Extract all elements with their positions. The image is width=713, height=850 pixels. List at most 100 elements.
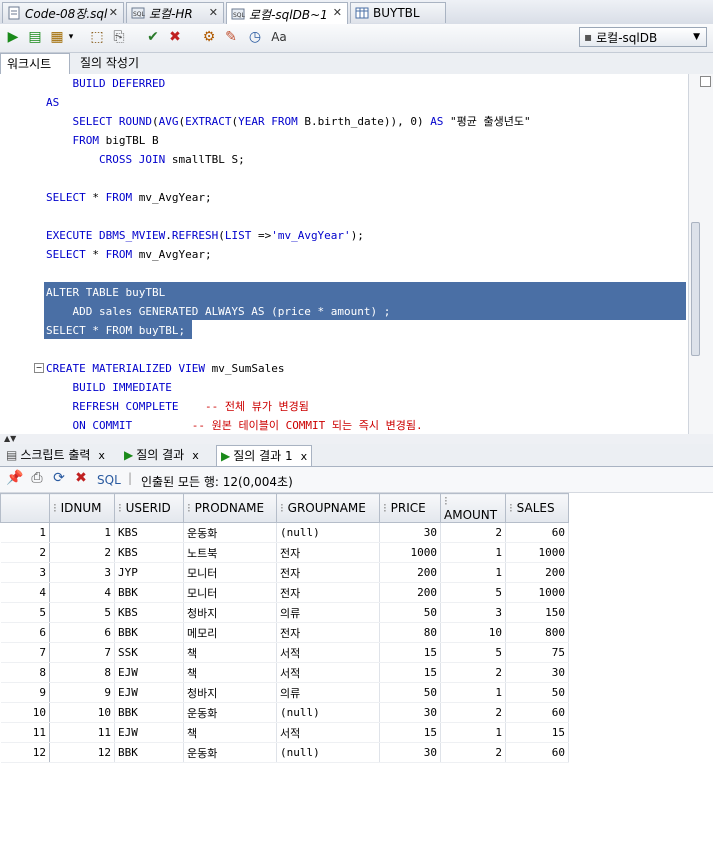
table-cell[interactable]: 모니터	[183, 562, 277, 583]
close-icon[interactable]: x	[301, 446, 308, 467]
table-cell[interactable]: 운동화	[183, 702, 277, 723]
table-cell[interactable]: KBS	[114, 542, 184, 563]
scrollbar-thumb[interactable]	[691, 222, 700, 356]
tab-query-builder[interactable]: 질의 작성기	[74, 53, 145, 74]
table-cell[interactable]: 전자	[276, 562, 380, 583]
tab-code-file[interactable]: Code-08장.sql ✕	[2, 2, 124, 23]
sql-button[interactable]: SQL	[97, 473, 121, 487]
table-cell[interactable]: 60	[505, 702, 569, 723]
column-header[interactable]: ⁝ GROUPNAME	[276, 493, 380, 523]
tab-query-result[interactable]: ▶ 질의 결과 x	[120, 445, 203, 466]
table-cell[interactable]: BBK	[114, 582, 184, 603]
table-cell[interactable]: 1	[440, 682, 506, 703]
table-cell[interactable]: 2	[440, 662, 506, 683]
tab-script-output[interactable]: ▤ 스크립트 출력 x	[2, 445, 109, 466]
table-cell[interactable]: JYP	[114, 562, 184, 583]
column-header[interactable]: ⁝ PRICE	[379, 493, 441, 523]
table-cell[interactable]: 11	[49, 722, 115, 743]
clear-eraser-icon[interactable]: ✎	[222, 29, 240, 46]
print-icon[interactable]: ⎙	[28, 470, 46, 487]
table-row[interactable]: 12 12 BBK 운동화 (null) 30 2 60	[0, 742, 569, 763]
table-cell[interactable]: BBK	[114, 742, 184, 763]
table-cell[interactable]: 10	[49, 702, 115, 723]
table-cell[interactable]: 3	[49, 562, 115, 583]
table-cell[interactable]: 1	[440, 542, 506, 563]
table-cell[interactable]: EJW	[114, 662, 184, 683]
sql-tuning-icon[interactable]: ⚙	[200, 29, 218, 46]
table-row[interactable]: 5 5 KBS 청바지 의류 50 3 150	[0, 602, 569, 623]
tab-buytbl[interactable]: BUYTBL	[350, 2, 446, 23]
table-cell[interactable]: 50	[379, 602, 441, 623]
table-cell[interactable]: 서적	[276, 662, 380, 683]
table-cell[interactable]: 50	[505, 682, 569, 703]
table-row[interactable]: 2 2 KBS 노트북 전자 1000 1 1000	[0, 542, 569, 563]
table-cell[interactable]: 2	[440, 742, 506, 763]
table-cell[interactable]: (null)	[276, 702, 380, 723]
table-cell[interactable]: 2	[440, 522, 506, 543]
table-cell[interactable]: 12	[49, 742, 115, 763]
table-cell[interactable]: 75	[505, 642, 569, 663]
table-cell[interactable]: 모니터	[183, 582, 277, 603]
table-row[interactable]: 7 7 SSK 책 서적 15 5 75	[0, 642, 569, 663]
table-cell[interactable]: 200	[379, 562, 441, 583]
table-cell[interactable]: 800	[505, 622, 569, 643]
table-cell[interactable]: 의류	[276, 602, 380, 623]
table-cell[interactable]: 메모리	[183, 622, 277, 643]
column-header[interactable]: ⁝ USERID	[114, 493, 184, 523]
pin-icon[interactable]: 📌	[6, 470, 24, 487]
format-case-icon[interactable]: Aa	[270, 29, 288, 46]
table-cell[interactable]: 의류	[276, 682, 380, 703]
table-row[interactable]: 6 6 BBK 메모리 전자 80 10 800	[0, 622, 569, 643]
table-cell[interactable]: 50	[379, 682, 441, 703]
table-cell[interactable]: 15	[505, 722, 569, 743]
table-cell[interactable]: 15	[379, 642, 441, 663]
table-cell[interactable]: 책	[183, 642, 277, 663]
splitter[interactable]: ▲▼	[0, 434, 713, 444]
table-row[interactable]: 9 9 EJW 청바지 의류 50 1 50	[0, 682, 569, 703]
table-cell[interactable]: 청바지	[183, 602, 277, 623]
table-cell[interactable]: 서적	[276, 642, 380, 663]
table-cell[interactable]: 1000	[505, 542, 569, 563]
table-cell[interactable]: 1	[440, 722, 506, 743]
table-cell[interactable]: 운동화	[183, 522, 277, 543]
vertical-scrollbar[interactable]	[688, 74, 713, 434]
table-cell[interactable]: 1000	[505, 582, 569, 603]
table-cell[interactable]: 책	[183, 722, 277, 743]
tab-local-hr[interactable]: SQL 로컬-HR ✕	[126, 2, 224, 23]
table-row[interactable]: 4 4 BBK 모니터 전자 200 5 1000	[0, 582, 569, 603]
table-row[interactable]: 10 10 BBK 운동화 (null) 30 2 60	[0, 702, 569, 723]
table-cell[interactable]: 청바지	[183, 682, 277, 703]
table-cell[interactable]: KBS	[114, 602, 184, 623]
table-cell[interactable]: 60	[505, 742, 569, 763]
close-icon[interactable]: x	[192, 445, 199, 466]
table-cell[interactable]: 전자	[276, 542, 380, 563]
rollback-icon[interactable]: ✖	[166, 29, 184, 46]
tab-query-result-1[interactable]: ▶ 질의 결과 1 x	[216, 445, 313, 467]
table-cell[interactable]: 7	[49, 642, 115, 663]
table-cell[interactable]: 5	[440, 642, 506, 663]
table-cell[interactable]: SSK	[114, 642, 184, 663]
run-statement-icon[interactable]: ▶	[4, 29, 22, 46]
connection-select[interactable]: ▪ 로컬-sqlDB ▼	[579, 27, 707, 47]
close-icon[interactable]: ✕	[333, 6, 342, 19]
table-cell[interactable]: 책	[183, 662, 277, 683]
table-cell[interactable]: 150	[505, 602, 569, 623]
table-row[interactable]: 1 1 KBS 운동화 (null) 30 2 60	[0, 522, 569, 543]
table-cell[interactable]: (null)	[276, 742, 380, 763]
table-cell[interactable]: 30	[505, 662, 569, 683]
table-row[interactable]: 3 3 JYP 모니터 전자 200 1 200	[0, 562, 569, 583]
table-cell[interactable]: 1	[49, 522, 115, 543]
table-row[interactable]: 11 11 EJW 책 서적 15 1 15	[0, 722, 569, 743]
table-cell[interactable]: 8	[49, 662, 115, 683]
table-cell[interactable]: 서적	[276, 722, 380, 743]
table-cell[interactable]: 6	[49, 622, 115, 643]
table-cell[interactable]: 2	[49, 542, 115, 563]
table-cell[interactable]: BBK	[114, 622, 184, 643]
table-cell[interactable]: 운동화	[183, 742, 277, 763]
table-cell[interactable]: 9	[49, 682, 115, 703]
table-cell[interactable]: 2	[440, 702, 506, 723]
table-cell[interactable]: 200	[379, 582, 441, 603]
table-cell[interactable]: 5	[49, 602, 115, 623]
table-cell[interactable]: EJW	[114, 682, 184, 703]
table-cell[interactable]: 200	[505, 562, 569, 583]
